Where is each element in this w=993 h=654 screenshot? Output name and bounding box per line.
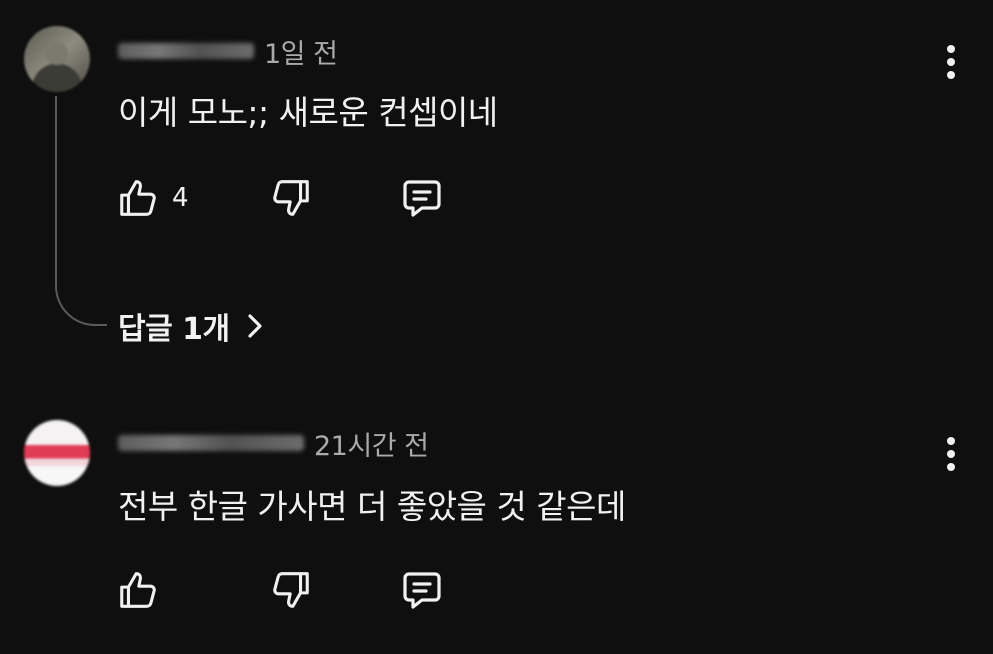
comment-meta: 1일 전 bbox=[118, 36, 338, 70]
thumbs-up-icon bbox=[120, 572, 156, 608]
comment-icon bbox=[403, 572, 441, 609]
reply-button[interactable] bbox=[398, 174, 446, 222]
comment-icon bbox=[403, 180, 441, 217]
thumbs-down-icon bbox=[273, 180, 309, 216]
chevron-right-icon bbox=[248, 314, 262, 338]
avatar[interactable] bbox=[24, 26, 90, 92]
like-button[interactable]: 4 bbox=[116, 174, 189, 222]
like-count: 4 bbox=[172, 183, 189, 213]
reply-thread-line bbox=[55, 96, 107, 326]
more-options-button[interactable] bbox=[934, 432, 968, 476]
comment-timestamp: 1일 전 bbox=[264, 38, 338, 70]
dislike-button[interactable] bbox=[267, 566, 313, 614]
thumbs-down-icon bbox=[273, 572, 309, 608]
avatar[interactable] bbox=[24, 420, 90, 486]
comment-timestamp: 21시간 전 bbox=[314, 430, 429, 462]
dislike-button[interactable] bbox=[267, 174, 313, 222]
author-name-redacted[interactable] bbox=[118, 43, 254, 59]
more-vertical-icon bbox=[947, 45, 955, 79]
more-options-button[interactable] bbox=[934, 40, 968, 84]
view-replies-button[interactable]: 답글 1개 bbox=[118, 304, 266, 348]
comment-meta: 21시간 전 bbox=[118, 428, 429, 462]
reply-button[interactable] bbox=[398, 566, 446, 614]
like-button[interactable] bbox=[116, 566, 172, 614]
author-name-redacted[interactable] bbox=[118, 435, 304, 451]
thumbs-up-icon bbox=[120, 180, 156, 216]
comment-text: 이게 모노;; 새로운 컨셉이네 bbox=[118, 93, 498, 132]
comment-item: 21시간 전 전부 한글 가사면 더 좋았을 것 같은데 bbox=[0, 400, 993, 654]
comment-item: 1일 전 이게 모노;; 새로운 컨셉이네 4 답글 1개 bbox=[0, 0, 993, 360]
more-vertical-icon bbox=[947, 437, 955, 471]
comment-text: 전부 한글 가사면 더 좋았을 것 같은데 bbox=[118, 487, 626, 526]
replies-count-label: 답글 1개 bbox=[118, 312, 230, 347]
